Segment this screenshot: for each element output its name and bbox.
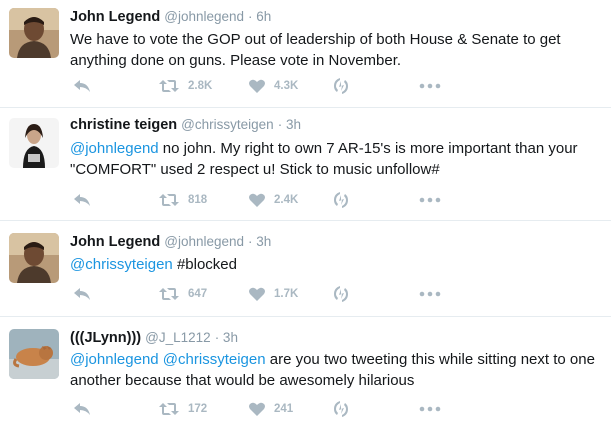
heart-icon: [249, 287, 265, 301]
heart-icon: [249, 402, 265, 416]
reply-button[interactable]: [72, 190, 92, 210]
like-button[interactable]: 2.4K: [248, 190, 298, 210]
heart-icon: [249, 193, 265, 207]
like-button[interactable]: 241: [248, 399, 293, 419]
retweet-count: 2.8K: [188, 80, 213, 92]
timestamp[interactable]: · 3h: [215, 330, 238, 345]
tweet-body: We have to vote the GOP out of leadershi…: [70, 31, 561, 69]
retweet-icon: [159, 80, 179, 92]
tweet-feed: John Legend @johnlegend · 6h We have to v…: [0, 0, 611, 430]
retweet-count: 172: [188, 403, 208, 415]
like-count: 2.4K: [274, 194, 299, 206]
like-button[interactable]: 4.3K: [248, 76, 298, 96]
ellipsis-icon: [419, 291, 441, 297]
avatar-john-legend[interactable]: [9, 233, 59, 283]
like-count: 1.7K: [274, 288, 299, 300]
display-name[interactable]: John Legend: [70, 234, 160, 250]
reply-icon: [74, 194, 90, 206]
mention-link[interactable]: @johnlegend @chrissyteigen: [70, 351, 266, 368]
tweet-text: @johnlegend no john. My right to own 7 A…: [70, 138, 600, 180]
retweet-count: 818: [188, 194, 208, 206]
tweet-header: (((JLynn))) @J_L1212 · 3h: [70, 330, 238, 346]
mention-link[interactable]: @johnlegend: [70, 140, 159, 157]
tweet-header: John Legend @johnlegend · 6h: [70, 9, 271, 25]
retweet-button[interactable]: 647: [158, 284, 207, 304]
user-handle[interactable]: @J_L1212: [145, 330, 211, 345]
tweet-actions: 647 1.7K: [70, 284, 470, 304]
user-handle[interactable]: @johnlegend: [164, 9, 244, 24]
user-handle[interactable]: @johnlegend: [164, 234, 244, 249]
reply-icon: [74, 403, 90, 415]
lightning-bolt-icon: [334, 192, 348, 208]
tweet-4[interactable]: (((JLynn))) @J_L1212 · 3h @johnlegend @ch…: [0, 317, 611, 430]
ellipsis-icon: [419, 406, 441, 412]
reply-icon: [74, 80, 90, 92]
tweet-2[interactable]: christine teigen @chrissyteigen · 3h @joh…: [0, 108, 611, 221]
avatar-jlynn[interactable]: [9, 329, 59, 379]
tweet-text: We have to vote the GOP out of leadershi…: [70, 29, 600, 71]
timestamp[interactable]: · 6h: [248, 9, 271, 24]
like-count: 4.3K: [274, 80, 299, 92]
moments-button[interactable]: [332, 76, 350, 96]
mention-link[interactable]: @chrissyteigen: [70, 256, 173, 273]
display-name[interactable]: christine teigen: [70, 117, 177, 133]
retweet-button[interactable]: 818: [158, 190, 207, 210]
more-button[interactable]: [419, 190, 441, 210]
display-name[interactable]: (((JLynn))): [70, 330, 141, 346]
more-button[interactable]: [419, 284, 441, 304]
retweet-icon: [159, 194, 179, 206]
tweet-actions: 2.8K 4.3K: [70, 76, 470, 96]
more-button[interactable]: [419, 76, 441, 96]
tweet-text: @johnlegend @chrissyteigen are you two t…: [70, 349, 600, 391]
avatar-chrissy-teigen[interactable]: [9, 118, 59, 168]
like-count: 241: [274, 403, 294, 415]
reply-icon: [74, 288, 90, 300]
more-button[interactable]: [419, 399, 441, 419]
timestamp[interactable]: · 3h: [278, 117, 301, 132]
ellipsis-icon: [419, 197, 441, 203]
display-name[interactable]: John Legend: [70, 9, 160, 25]
lightning-bolt-icon: [334, 401, 348, 417]
avatar-john-legend[interactable]: [9, 8, 59, 58]
retweet-icon: [159, 403, 179, 415]
retweet-count: 647: [188, 288, 208, 300]
tweet-header: christine teigen @chrissyteigen · 3h: [70, 117, 301, 133]
retweet-button[interactable]: 2.8K: [158, 76, 212, 96]
lightning-bolt-icon: [334, 286, 348, 302]
tweet-text: @chrissyteigen #blocked: [70, 254, 600, 275]
timestamp[interactable]: · 3h: [248, 234, 271, 249]
moments-button[interactable]: [332, 399, 350, 419]
reply-button[interactable]: [72, 284, 92, 304]
tweet-body: #blocked: [172, 256, 237, 273]
ellipsis-icon: [419, 83, 441, 89]
tweet-1[interactable]: John Legend @johnlegend · 6h We have to v…: [0, 0, 611, 108]
reply-button[interactable]: [72, 76, 92, 96]
user-handle[interactable]: @chrissyteigen: [181, 117, 274, 132]
reply-button[interactable]: [72, 399, 92, 419]
tweet-actions: 172 241: [70, 399, 470, 419]
retweet-icon: [159, 288, 179, 300]
tweet-header: John Legend @johnlegend · 3h: [70, 234, 271, 250]
heart-icon: [249, 79, 265, 93]
tweet-actions: 818 2.4K: [70, 190, 470, 210]
moments-button[interactable]: [332, 284, 350, 304]
like-button[interactable]: 1.7K: [248, 284, 298, 304]
retweet-button[interactable]: 172: [158, 399, 207, 419]
lightning-bolt-icon: [334, 78, 348, 94]
moments-button[interactable]: [332, 190, 350, 210]
tweet-3[interactable]: John Legend @johnlegend · 3h @chrissyteig…: [0, 221, 611, 317]
